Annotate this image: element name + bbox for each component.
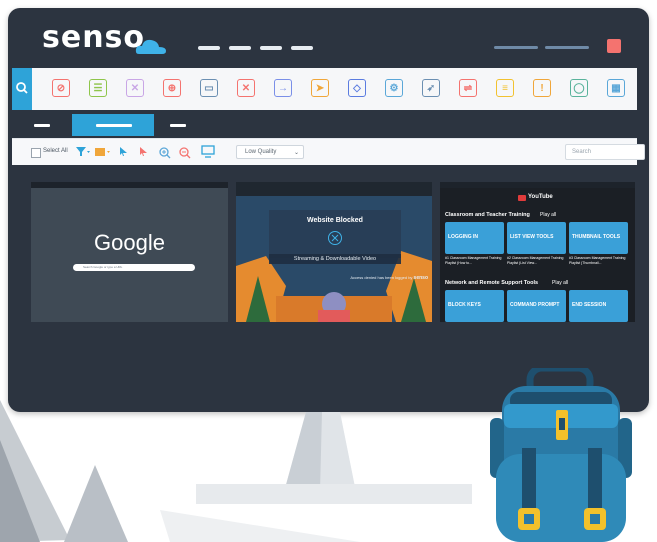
zoom-out-icon[interactable] (179, 147, 191, 159)
youtube-video-card[interactable]: LIST VIEW TOOLS (507, 222, 566, 254)
video-thumb-text: END SESSION (572, 302, 607, 308)
blocked-footer-text: Access denied has been logged by (350, 275, 413, 280)
monitor-base (196, 484, 472, 504)
play-all-button[interactable]: Play all (552, 280, 568, 286)
tab-1[interactable] (26, 114, 56, 136)
globe-icon[interactable]: ⊕ (163, 79, 181, 97)
video-thumb-text: THUMBNAIL TOOLS (572, 234, 621, 240)
quality-value: Low Quality (245, 149, 277, 155)
select-all-checkbox[interactable] (31, 148, 41, 158)
youtube-brand: YouTube (528, 194, 553, 200)
pointer-icon[interactable] (119, 147, 129, 157)
video-caption: #1 Classroom Management Training Playlis… (445, 256, 502, 265)
tab-label (34, 124, 50, 127)
warning-icon[interactable]: ! (533, 79, 551, 97)
app-header: senso. (8, 8, 649, 66)
google-search-hint: Search Google or type a URL (83, 265, 123, 269)
tab-label (170, 124, 186, 127)
browser-bar (236, 182, 432, 196)
blocked-footer-brand: senso (413, 275, 428, 281)
filter-icon[interactable] (76, 147, 90, 157)
video-thumb-text: LOGGING IN (448, 234, 478, 240)
youtube-video-card[interactable]: LOGGING IN (445, 222, 504, 254)
blocked-reason: Streaming & Downloadable Video (269, 254, 401, 264)
thumbnail-google[interactable]: Google Search Google or type a URL (31, 182, 228, 322)
title-placeholder (291, 46, 313, 50)
window-control[interactable] (494, 46, 538, 49)
usb-icon[interactable]: ⇌ (459, 79, 477, 97)
search-icon (16, 82, 28, 94)
video-thumb-text: BLOCK KEYS (448, 302, 481, 308)
search-button[interactable] (12, 68, 32, 110)
block-icon[interactable]: ⊘ (52, 79, 70, 97)
youtube-section-title: Classroom and Teacher Training (445, 212, 530, 218)
blocked-overlay: Website Blocked (269, 210, 401, 258)
tab-label (96, 124, 132, 127)
shield-icon[interactable]: ◯ (570, 79, 588, 97)
pointer-red-icon[interactable] (139, 147, 149, 157)
video-caption: #2 Classroom Management Training Playlis… (507, 256, 564, 265)
tab-bar (12, 114, 637, 136)
settings-icon[interactable]: ⚙ (385, 79, 403, 97)
rocket-icon[interactable]: ➶ (422, 79, 440, 97)
blocked-x-icon (328, 231, 342, 245)
checklist-icon[interactable]: ☰ (89, 79, 107, 97)
status-bar (440, 182, 635, 188)
video-thumb-text: COMMAND PROMPT (510, 302, 560, 308)
youtube-video-card[interactable]: END SESSION (569, 290, 628, 322)
zoom-in-icon[interactable] (159, 147, 171, 159)
folder-icon[interactable] (95, 147, 111, 157)
tab-3[interactable] (164, 114, 194, 136)
title-placeholder (260, 46, 282, 50)
select-all-label[interactable]: Select All (43, 148, 68, 154)
video-thumb-text: LIST VIEW TOOLS (510, 234, 554, 240)
google-logo: Google (94, 230, 165, 255)
youtube-video-card[interactable]: THUMBNAIL TOOLS (569, 222, 628, 254)
title-placeholder (198, 46, 220, 50)
google-search-bar: Search Google or type a URL (73, 264, 195, 271)
scan-icon[interactable]: ▦ (607, 79, 625, 97)
action-bar: Select All Low Quality ⌄ Search (12, 138, 645, 165)
cloud-icon (135, 39, 166, 54)
chevron-down-icon: ⌄ (293, 150, 299, 156)
monitor-icon[interactable] (201, 145, 215, 158)
code-file-icon[interactable]: ◇ (348, 79, 366, 97)
thumbnail-blocked[interactable]: Website Blocked Streaming & Downloadable… (236, 182, 432, 322)
document-icon[interactable]: ≡ (496, 79, 514, 97)
monitor-stand (284, 412, 356, 492)
close-window-icon[interactable]: ✕ (237, 79, 255, 97)
youtube-section-title: Network and Remote Support Tools (445, 280, 539, 286)
login-icon[interactable]: → (274, 79, 292, 97)
play-all-button[interactable]: Play all (540, 212, 556, 218)
close-button[interactable] (607, 39, 621, 53)
search-input[interactable]: Search (565, 144, 645, 160)
toolbar: ⊘ ☰ ✕ ⊕ ▭ ✕ → ➤ ◇ ⚙ ➶ ⇌ ≡! ◯ ▦ (12, 68, 637, 110)
blocked-footer: Access denied has been logged by senso (350, 275, 428, 281)
youtube-video-card[interactable]: COMMAND PROMPT (507, 290, 566, 322)
youtube-logo-icon (518, 195, 526, 201)
status-bar (31, 182, 228, 188)
backpack-illustration (490, 368, 632, 542)
video-caption: #3 Classroom Management Training Playlis… (569, 256, 626, 265)
mute-icon[interactable]: ✕ (126, 79, 144, 97)
screen-share-icon[interactable]: ▭ (200, 79, 218, 97)
blocked-title: Website Blocked (307, 217, 363, 224)
window-control[interactable] (545, 46, 589, 49)
quality-select[interactable]: Low Quality ⌄ (236, 145, 304, 159)
tab-2-active[interactable] (72, 114, 154, 136)
send-message-icon[interactable]: ➤ (311, 79, 329, 97)
title-placeholder (229, 46, 251, 50)
youtube-video-card[interactable]: BLOCK KEYS (445, 290, 504, 322)
thumbnail-youtube[interactable]: YouTube Classroom and Teacher Training Pl… (440, 182, 635, 322)
